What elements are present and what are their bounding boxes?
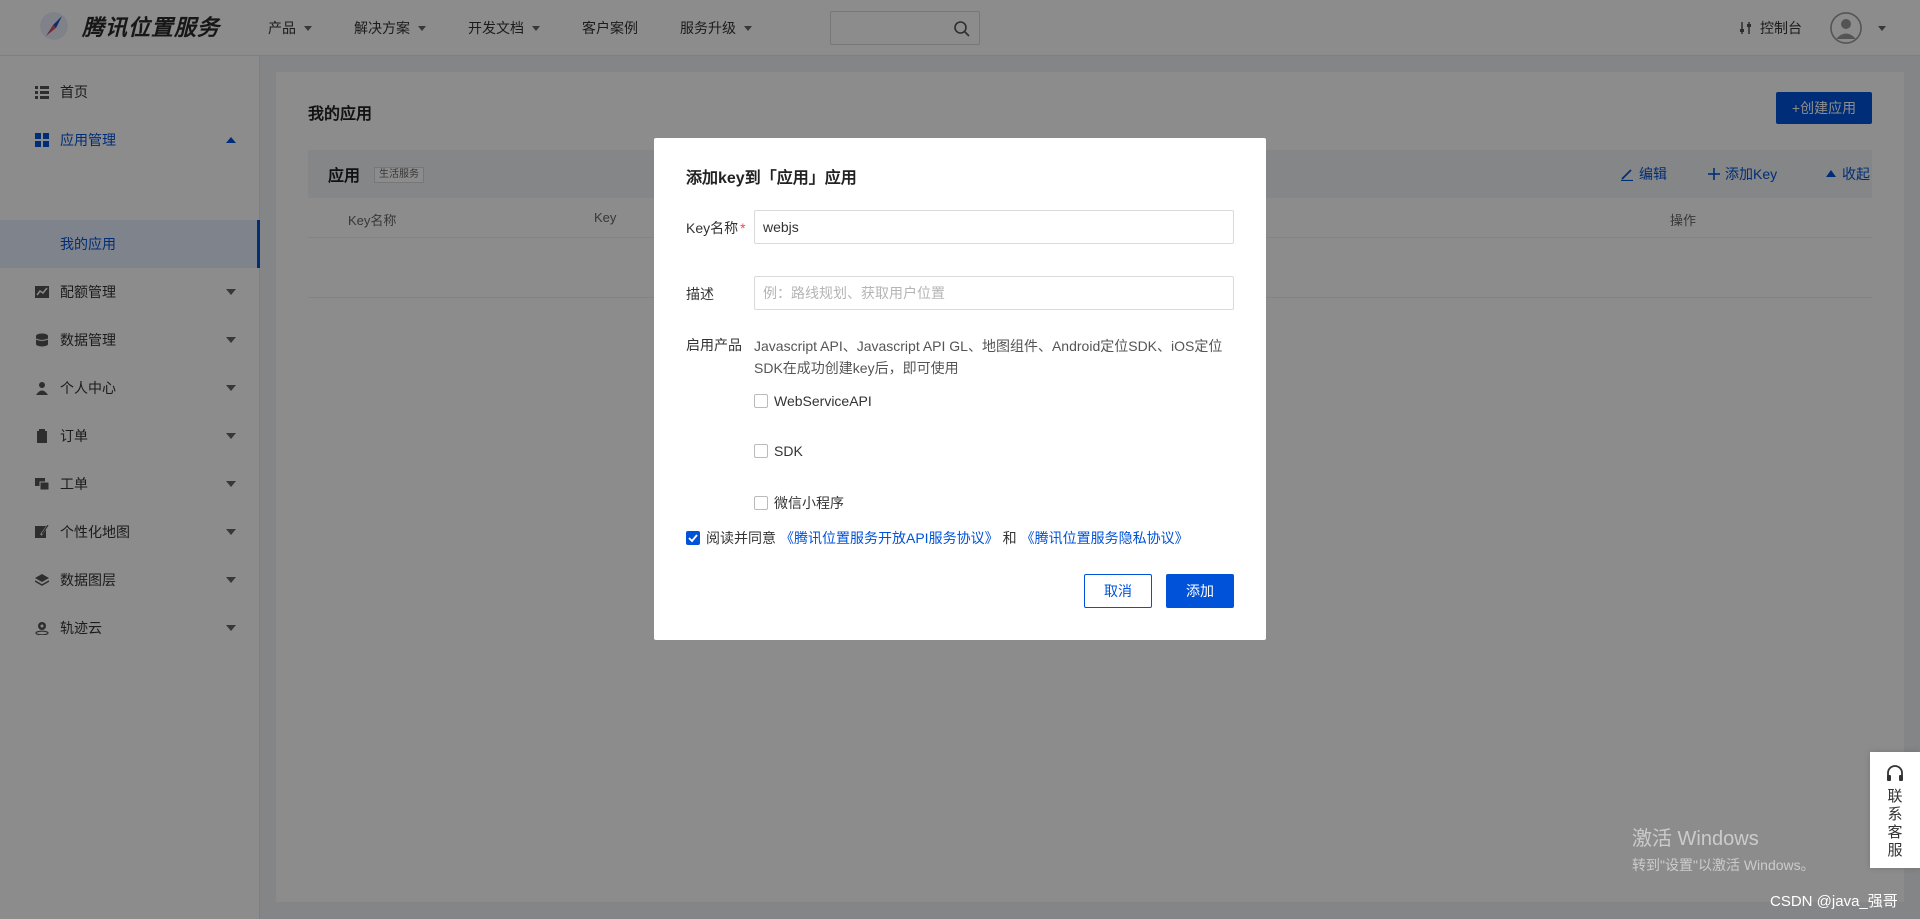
agree-text: 阅读并同意 [706, 530, 776, 546]
option-sdk[interactable]: SDK [754, 443, 803, 459]
description-field[interactable] [754, 276, 1234, 310]
key-name-label: Key名称 * [686, 218, 746, 238]
cancel-button[interactable]: 取消 [1084, 574, 1152, 608]
option-label: WebServiceAPI [774, 393, 872, 409]
checkbox[interactable] [754, 496, 768, 510]
watermark-line1: 激活 Windows [1632, 828, 1759, 850]
option-webserviceapi[interactable]: WebServiceAPI [754, 393, 872, 409]
privacy-agreement-link[interactable]: 《腾讯位置服务隐私协议》 [1021, 528, 1189, 548]
description-label: 描述 [686, 286, 714, 302]
products-label: 启用产品 [686, 337, 742, 353]
option-label: 微信小程序 [774, 495, 844, 511]
key-name-label-text: Key名称 [686, 220, 739, 236]
option-label: SDK [774, 443, 803, 459]
contact-service-label: 联系客服 [1887, 788, 1903, 859]
watermark-line2: 转到"设置"以激活 Windows。 [1632, 857, 1815, 873]
contact-service-button[interactable]: 联系客服 [1870, 752, 1920, 868]
windows-activation-watermark: 激活 Windows 转到"设置"以激活 Windows。 [1632, 822, 1815, 875]
option-wechat-miniprogram[interactable]: 微信小程序 [754, 493, 844, 513]
add-key-modal: 添加key到「应用」应用 Key名称* 描述 启用产品 Javascript A… [654, 138, 1266, 640]
checkbox[interactable] [754, 444, 768, 458]
checkbox[interactable] [754, 394, 768, 408]
agreement-row: 阅读并同意 《腾讯位置服务开放API服务协议》 和 《腾讯位置服务隐私协议》 [686, 528, 1189, 548]
csdn-credit: CSDN @java_强哥 [1770, 893, 1898, 910]
products-description: Javascript API、Javascript API GL、地图组件、An… [754, 338, 1223, 376]
api-agreement-link[interactable]: 《腾讯位置服务开放API服务协议》 [780, 528, 999, 548]
headset-icon [1887, 765, 1903, 781]
check-icon [688, 534, 698, 543]
key-name-field[interactable] [754, 210, 1234, 244]
agree-and-text: 和 [1002, 530, 1017, 546]
required-asterisk: * [740, 220, 746, 236]
agree-checkbox[interactable] [686, 531, 700, 545]
add-button[interactable]: 添加 [1166, 574, 1234, 608]
modal-title: 添加key到「应用」应用 [686, 170, 857, 187]
